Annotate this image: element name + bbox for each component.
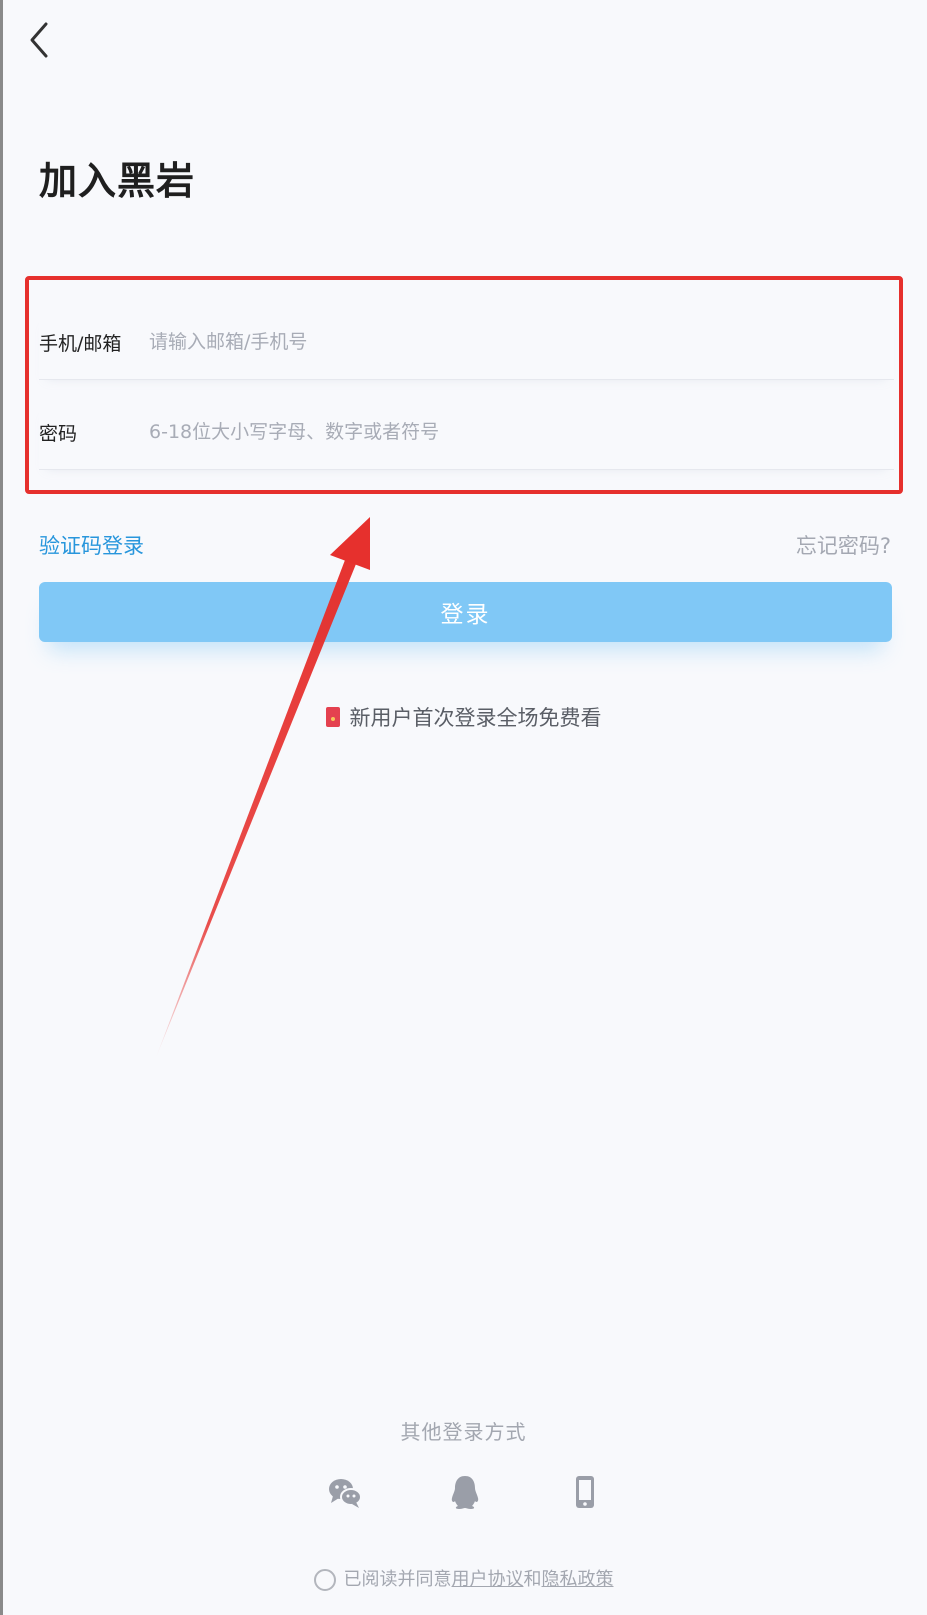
password-field: 密码 [39,405,894,470]
agreement-and: 和 [523,1569,542,1590]
screen-frame [0,0,927,1615]
privacy-policy-link[interactable]: 隐私政策 [542,1569,614,1590]
red-packet-icon [325,707,340,727]
agreement-row: 已阅读并同意用户协议和隐私政策 [0,1565,927,1591]
wechat-icon[interactable] [325,1472,365,1512]
phone-email-field: 手机/邮箱 [39,315,894,380]
phone-icon[interactable] [565,1472,605,1512]
forgot-password-link[interactable]: 忘记密码? [796,530,891,560]
other-login-title: 其他登录方式 [400,1420,527,1444]
agree-checkbox[interactable] [313,1569,336,1591]
page-title: 加入黑岩 [39,158,196,203]
phone-email-label: 手机/邮箱 [39,333,122,355]
phone-email-input[interactable] [149,325,869,359]
password-input[interactable] [149,415,869,449]
user-agreement-link[interactable]: 用户协议 [452,1569,524,1590]
login-button[interactable]: 登录 [39,582,892,642]
agreement-prefix: 已阅读并同意 [343,1569,452,1590]
qq-icon[interactable] [445,1472,485,1512]
password-label: 密码 [39,423,78,445]
new-user-promo: 新用户首次登录全场免费看 [0,702,927,732]
back-arrow-icon[interactable] [24,14,60,66]
sms-login-link[interactable]: 验证码登录 [39,530,144,560]
promo-text: 新用户首次登录全场免费看 [349,706,602,730]
